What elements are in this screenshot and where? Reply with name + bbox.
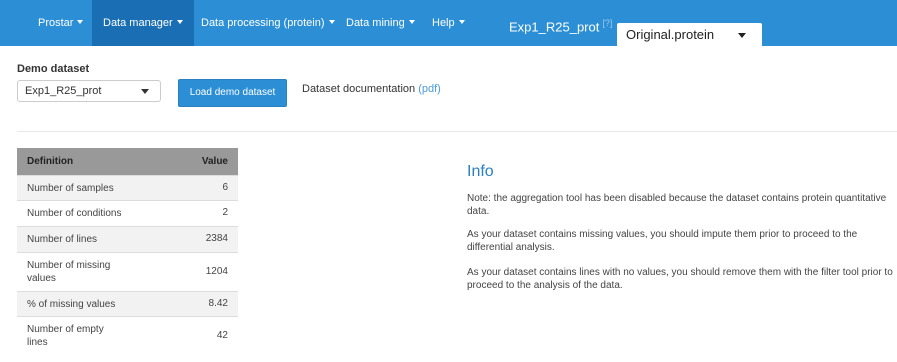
nav-data-processing-label: Data processing (protein) xyxy=(201,17,325,29)
info-title: Info xyxy=(467,163,494,180)
load-demo-dataset-button[interactable]: Load demo dataset xyxy=(178,79,287,107)
header-definition: Definition xyxy=(27,156,74,167)
info-missing-values-note: As your dataset contains missing values,… xyxy=(467,228,897,254)
header-value: Value xyxy=(201,156,228,167)
chevron-down-icon xyxy=(458,20,465,25)
row-value: 1204 xyxy=(205,266,228,277)
table-row: % of missing values 8.42 xyxy=(17,291,238,316)
dataset-title-text: Exp1_R25_prot xyxy=(509,19,600,35)
chevron-down-icon xyxy=(738,33,746,38)
dataset-summary-table: Definition Value Number of samples 6 Num… xyxy=(17,148,238,355)
nav-help-label: Help xyxy=(432,17,455,29)
nav-data-manager[interactable]: Data manager xyxy=(92,0,194,46)
table-row: Number of lines 2384 xyxy=(17,226,238,252)
table-header: Definition Value xyxy=(17,148,238,175)
nav-prostar-label: Prostar xyxy=(38,17,74,29)
chevron-down-icon xyxy=(176,20,183,25)
row-value: 2384 xyxy=(205,233,228,244)
row-definition: Number of samples xyxy=(27,183,114,194)
row-value: 2 xyxy=(222,207,228,218)
help-link[interactable]: [?] xyxy=(602,18,612,28)
nav-data-processing[interactable]: Data processing (protein) xyxy=(190,0,346,46)
dataset-documentation: Dataset documentation (pdf) xyxy=(302,83,441,95)
nav-data-mining-label: Data mining xyxy=(346,17,405,29)
demo-dataset-select[interactable]: Exp1_R25_prot xyxy=(17,80,161,102)
row-definition-line: Number of missing xyxy=(27,260,111,271)
table-row: Number of samples 6 xyxy=(17,175,238,200)
info-line: Note: the aggregation tool has been disa… xyxy=(467,193,887,204)
nav-prostar[interactable]: Prostar xyxy=(27,0,94,46)
row-definition-line: Number of empty xyxy=(27,324,104,335)
info-line: proceed to the analysis of the data. xyxy=(467,280,623,291)
row-definition: % of missing values xyxy=(27,299,116,310)
info-line: differential analysis. xyxy=(467,242,555,253)
dataset-version-select[interactable]: Original.protein xyxy=(617,23,762,47)
nav-help[interactable]: Help xyxy=(421,0,476,46)
chevron-down-icon xyxy=(328,20,335,25)
info-empty-lines-note: As your dataset contains lines with no v… xyxy=(467,266,897,292)
row-definition: Number of lines xyxy=(27,234,98,245)
row-definition-line: lines xyxy=(27,337,48,348)
table-row: Number of empty lines 42 xyxy=(17,316,238,355)
row-definition: Number of missing values xyxy=(27,259,110,285)
table-row: Number of missing values 1204 xyxy=(17,252,238,291)
nav-data-manager-label: Data manager xyxy=(103,17,173,29)
row-definition: Number of empty lines xyxy=(27,323,104,349)
info-aggregation-note: Note: the aggregation tool has been disa… xyxy=(467,192,897,218)
demo-dataset-value: Exp1_R25_prot xyxy=(25,85,102,97)
nav-data-mining[interactable]: Data mining xyxy=(335,0,426,46)
chevron-down-icon xyxy=(77,20,84,25)
dataset-documentation-text: Dataset documentation xyxy=(302,83,416,95)
row-value: 42 xyxy=(216,330,228,341)
documentation-pdf-link[interactable]: (pdf) xyxy=(418,83,441,95)
row-definition-line: values xyxy=(27,273,56,284)
info-line: data. xyxy=(467,206,490,217)
row-value: 8.42 xyxy=(208,298,228,309)
dataset-version-value: Original.protein xyxy=(626,27,715,42)
row-value: 6 xyxy=(222,182,228,193)
section-divider xyxy=(17,131,897,132)
chevron-down-icon xyxy=(408,20,415,25)
chevron-down-icon xyxy=(141,89,149,94)
row-definition: Number of conditions xyxy=(27,208,122,219)
info-line: As your dataset contains missing values,… xyxy=(467,229,858,240)
table-row: Number of conditions 2 xyxy=(17,200,238,226)
dataset-title: Exp1_R25_prot [?] xyxy=(509,0,612,46)
demo-dataset-label: Demo dataset xyxy=(17,63,90,75)
info-line: As your dataset contains lines with no v… xyxy=(467,267,893,278)
top-navbar: Prostar Data manager Data processing (pr… xyxy=(0,0,897,46)
